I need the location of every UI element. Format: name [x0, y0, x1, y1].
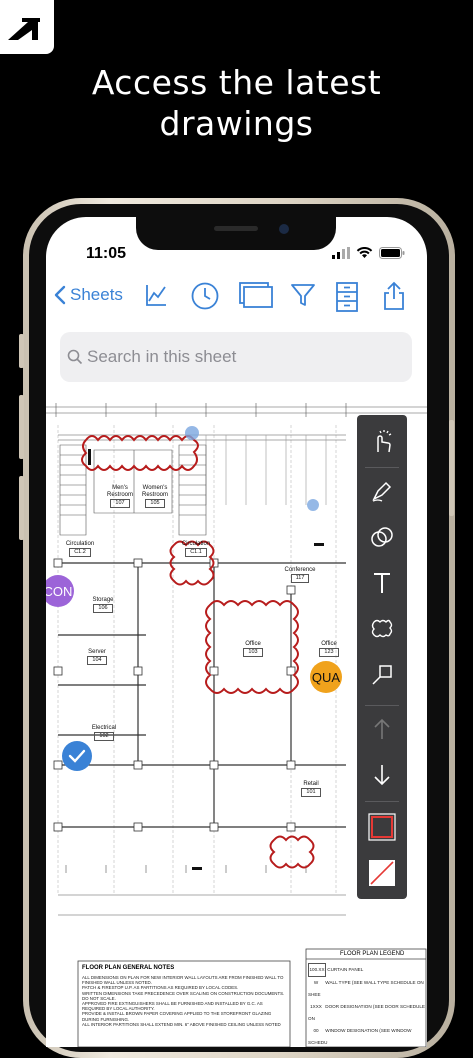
general-note: ALL INTERIOR PARTITIONS SHALL EXTEND MIN… — [82, 1021, 281, 1027]
share-icon[interactable] — [383, 281, 405, 311]
cabinet-icon[interactable] — [335, 281, 359, 313]
move-up-button[interactable] — [357, 709, 407, 749]
pen-tool-button[interactable] — [357, 471, 407, 511]
phone-side-button-left-1 — [19, 334, 24, 368]
cloud-tool-icon — [371, 619, 393, 638]
headline-line-2: drawings — [159, 104, 314, 143]
tool-separator — [365, 467, 399, 468]
callout-tool-icon — [372, 665, 392, 685]
room-label: Server 104 — [87, 649, 107, 665]
notch — [136, 217, 336, 250]
room-label: Storage 106 — [92, 597, 114, 613]
autodesk-logo — [0, 0, 54, 54]
clock-icon[interactable] — [190, 281, 220, 311]
move-down-button[interactable] — [357, 755, 407, 795]
arrow-up-icon — [374, 718, 390, 739]
phone-side-button-right — [449, 420, 454, 516]
headline: Access the latest drawings — [0, 62, 473, 144]
color-swatch-none — [369, 860, 395, 886]
general-note: ALL DIMENSIONS ON PLAN FOR NEW INTERIOR … — [82, 975, 284, 986]
shape-tool-icon — [371, 527, 393, 547]
phone-screen: 11:05 Sheets Search in this sheet Men's … — [46, 217, 427, 1047]
back-to-sheets-button[interactable]: Sheets — [54, 285, 123, 305]
legend-item: 100.XX CURTAIN PANEL — [308, 963, 426, 977]
general-note: APPROVED FIRE EXTINGUISHERS SHALL BE FUR… — [82, 1001, 263, 1012]
general-notes-title: FLOOR PLAN GENERAL NOTES — [82, 965, 175, 971]
room-label: Circulation C1.2 — [65, 541, 95, 557]
select-tool-icon — [377, 430, 392, 453]
status-time: 11:05 — [86, 245, 127, 262]
shape-tool-button[interactable] — [357, 517, 407, 557]
callout-tool-button[interactable] — [357, 655, 407, 695]
markup-badge-check[interactable] — [62, 741, 92, 771]
checkmark-icon — [68, 749, 86, 763]
room-label: Women's Restroom 105 — [141, 485, 168, 508]
sheet-toolbar: Sheets — [46, 277, 427, 317]
room-label: Retail 101 — [301, 781, 321, 797]
search-icon — [67, 349, 83, 365]
search-placeholder: Search in this sheet — [87, 347, 237, 366]
room-label: Circulation C1.1 — [181, 541, 211, 557]
status-icons — [332, 247, 405, 259]
text-tool-button[interactable] — [357, 563, 407, 603]
general-notes-list: ALL DIMENSIONS ON PLAN FOR NEW INTERIOR … — [82, 975, 286, 1027]
room-label: Electrical 102 — [91, 725, 117, 741]
general-note: PROVIDE & INSTALL BROWN PAPER COVERING A… — [82, 1011, 272, 1022]
select-tool-button[interactable] — [357, 421, 407, 461]
fill-color-button[interactable] — [357, 853, 407, 893]
legend-title: FLOOR PLAN LEGEND — [340, 951, 405, 957]
room-label: Men's Restroom 107 — [106, 485, 133, 508]
text-tool-icon — [374, 573, 390, 593]
tool-separator — [365, 705, 399, 706]
general-note: WRITTEN DIMENSIONS TAKE PRECEDENCE OVER … — [82, 990, 285, 1001]
phone-side-button-left-2 — [19, 395, 24, 459]
wifi-icon — [356, 247, 373, 258]
markup-badge-qua[interactable]: QUA — [310, 661, 342, 693]
legend-list: 100.XX CURTAIN PANEL W WALL TYPE (SEE WA… — [308, 963, 426, 1047]
markup-tool-palette — [357, 415, 407, 899]
legend-item: W WALL TYPE (SEE WALL TYPE SCHEDULE ON S… — [308, 980, 424, 997]
headline-line-1: Access the latest — [91, 63, 382, 102]
pen-tool-icon — [372, 481, 392, 502]
front-camera — [279, 224, 289, 234]
back-label: Sheets — [70, 285, 123, 304]
cloud-tool-button[interactable] — [357, 609, 407, 649]
sheet-search-input[interactable]: Search in this sheet — [60, 332, 412, 382]
speaker — [214, 226, 258, 231]
legend-item: 00 WINDOW DESIGNATION (SEE WINDOW SCHEDU — [308, 1028, 412, 1045]
color-swatch-red — [368, 813, 396, 841]
phone-side-button-left-3 — [19, 476, 24, 540]
filter-icon[interactable] — [290, 281, 316, 309]
sheets-compare-icon[interactable] — [238, 281, 274, 311]
tool-separator — [365, 801, 399, 802]
battery-icon — [379, 247, 405, 259]
arrow-down-icon — [374, 765, 390, 786]
chart-icon[interactable] — [144, 281, 168, 309]
legend-item: 1XXX DOOR DESIGNATION (SEE DOOR SCHEDULE… — [308, 1004, 425, 1021]
room-label: Office 103 — [243, 641, 263, 657]
stroke-color-button[interactable] — [357, 807, 407, 847]
signal-icon — [332, 247, 350, 259]
chevron-left-icon — [54, 285, 66, 305]
room-label: Conference 117 — [284, 567, 316, 583]
room-label: Office 123 — [319, 641, 339, 657]
